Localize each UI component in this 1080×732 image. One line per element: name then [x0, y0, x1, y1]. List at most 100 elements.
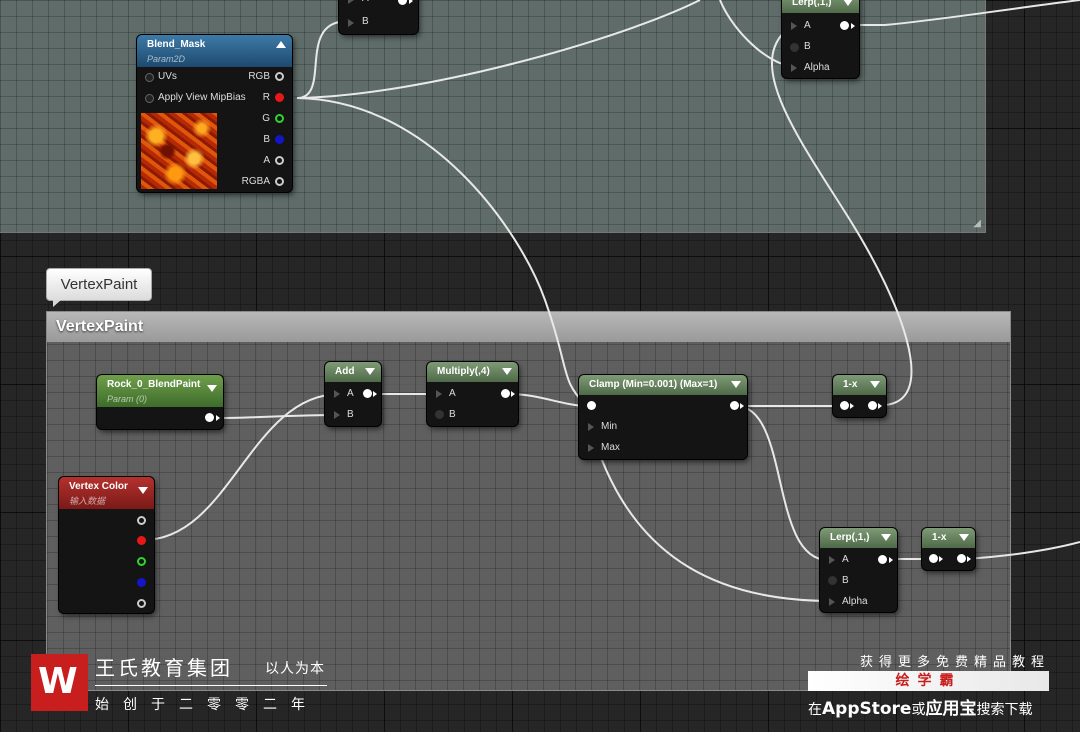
input-pin-max[interactable]: [588, 444, 594, 452]
promo-brand: 绘学霸: [895, 673, 962, 689]
input-pin-a[interactable]: [829, 556, 835, 564]
collapse-arrow-icon[interactable]: [843, 0, 853, 6]
output-pin-g[interactable]: [137, 557, 146, 566]
node-one-minus-2[interactable]: 1-x: [922, 528, 975, 570]
input-pin-min[interactable]: [588, 423, 594, 431]
output-pin-rgb[interactable]: [275, 72, 284, 81]
node-multiply[interactable]: Multiply(,4) A B: [427, 362, 518, 426]
node-title-text: 1-x: [843, 379, 858, 390]
node-clamp[interactable]: Clamp (Min=0.001) (Max=1) Min Max: [579, 375, 747, 459]
wire: [964, 541, 1080, 560]
output-pin[interactable]: [957, 554, 966, 563]
collapse-arrow-icon[interactable]: [870, 381, 880, 388]
output-pin-a[interactable]: [137, 599, 146, 608]
node-lerp-bottom[interactable]: Lerp(,1,) A B Alpha: [820, 528, 897, 612]
collapse-arrow-icon[interactable]: [881, 534, 891, 541]
input-pin-mipbias[interactable]: [145, 94, 154, 103]
output-pin[interactable]: [501, 389, 510, 398]
input-pin-a[interactable]: [348, 0, 354, 4]
pin-label-rgba: RGBA: [241, 176, 270, 187]
node-add[interactable]: Add A B: [325, 362, 381, 426]
output-pin[interactable]: [868, 401, 877, 410]
promo-mid: 或: [911, 702, 926, 718]
node-title[interactable]: Lerp(,1,): [820, 528, 897, 548]
collapse-arrow-icon[interactable]: [502, 368, 512, 375]
watermark-promo: 获得更多免费精品教程 绘学霸 在AppStore或应用宝搜索下载: [806, 651, 1050, 721]
node-partial-top[interactable]: A B: [339, 0, 418, 34]
pin-arrow-icon: [967, 556, 971, 562]
pin-arrow-icon: [851, 23, 855, 29]
input-pin-uvs[interactable]: [145, 73, 154, 82]
node-rock-blendpaint[interactable]: Rock_0_BlendPaint Param (0): [97, 375, 223, 429]
pin-arrow-icon: [409, 0, 413, 4]
node-blend-mask[interactable]: Blend_Mask Param2D UVs Apply View MipBia…: [137, 35, 292, 192]
pin-arrow-icon: [939, 556, 943, 562]
company-logo-icon: W: [31, 654, 88, 711]
input-pin-value[interactable]: [587, 401, 596, 410]
node-title[interactable]: 1-x: [833, 375, 886, 395]
node-vertex-color[interactable]: Vertex Color 输入数据: [59, 477, 154, 613]
input-pin[interactable]: [929, 554, 938, 563]
input-pin[interactable]: [840, 401, 849, 410]
output-pin[interactable]: [730, 401, 739, 410]
pin-arrow-icon: [216, 415, 220, 421]
collapse-arrow-icon[interactable]: [207, 385, 217, 392]
input-pin-alpha[interactable]: [829, 598, 835, 606]
collapse-arrow-icon[interactable]: [365, 368, 375, 375]
pin-arrow-icon: [373, 391, 377, 397]
output-pin[interactable]: [363, 389, 372, 398]
input-pin-b[interactable]: [828, 576, 837, 585]
collapse-arrow-icon[interactable]: [276, 41, 286, 48]
output-pin-b[interactable]: [137, 578, 146, 587]
collapse-arrow-icon[interactable]: [138, 487, 148, 494]
output-pin-rgba[interactable]: [275, 177, 284, 186]
promo-app1: AppStore: [822, 699, 912, 719]
company-since: 始创于二零零二年: [95, 697, 319, 713]
node-title[interactable]: Vertex Color 输入数据: [59, 477, 154, 509]
pin-label-max: Max: [601, 442, 620, 453]
collapse-arrow-icon[interactable]: [731, 381, 741, 388]
output-pin-g[interactable]: [275, 114, 284, 123]
watermark-company: W 王氏教育集团 以人为本 始创于二零零二年: [31, 652, 341, 718]
output-pin-b[interactable]: [275, 135, 284, 144]
node-lerp-top[interactable]: Lerp(,1,) A B Alpha: [782, 0, 859, 78]
input-pin-b[interactable]: [790, 43, 799, 52]
output-pin-a[interactable]: [275, 156, 284, 165]
node-title[interactable]: Clamp (Min=0.001) (Max=1): [579, 375, 747, 395]
input-pin-a[interactable]: [791, 22, 797, 30]
node-one-minus-1[interactable]: 1-x: [833, 375, 886, 417]
output-pin-rgb[interactable]: [137, 516, 146, 525]
node-title[interactable]: Lerp(,1,): [782, 0, 859, 13]
node-title[interactable]: 1-x: [922, 528, 975, 548]
wire: [771, 25, 913, 406]
pin-label-b: B: [263, 134, 270, 145]
pin-label-min: Min: [601, 421, 618, 432]
node-title[interactable]: Multiply(,4): [427, 362, 518, 382]
input-pin-b[interactable]: [348, 19, 354, 27]
output-pin-r[interactable]: [137, 536, 146, 545]
node-title-text: Add: [335, 366, 355, 377]
node-subtitle: 输入数据: [69, 496, 106, 506]
output-pin[interactable]: [398, 0, 407, 5]
output-pin[interactable]: [878, 555, 887, 564]
input-pin-a[interactable]: [436, 390, 442, 398]
output-pin[interactable]: [840, 21, 849, 30]
node-title-text: Rock_0_BlendPaint: [107, 379, 201, 390]
pin-label-a: A: [842, 554, 849, 565]
pin-arrow-icon: [740, 403, 744, 409]
wire: [507, 393, 587, 407]
output-pin-r[interactable]: [275, 93, 284, 102]
node-title[interactable]: Rock_0_BlendPaint Param (0): [97, 375, 223, 407]
input-pin-b[interactable]: [435, 410, 444, 419]
input-pin-a[interactable]: [334, 390, 340, 398]
node-title[interactable]: Add: [325, 362, 381, 382]
node-title[interactable]: Blend_Mask Param2D: [137, 35, 292, 67]
node-title-text: Clamp (Min=0.001) (Max=1): [589, 379, 718, 390]
input-pin-alpha[interactable]: [791, 64, 797, 72]
pin-arrow-icon: [511, 391, 515, 397]
input-pin-b[interactable]: [334, 411, 340, 419]
collapse-arrow-icon[interactable]: [959, 534, 969, 541]
company-name: 王氏教育集团: [95, 656, 233, 680]
output-pin[interactable]: [205, 413, 214, 422]
pin-label-a: A: [347, 388, 354, 399]
